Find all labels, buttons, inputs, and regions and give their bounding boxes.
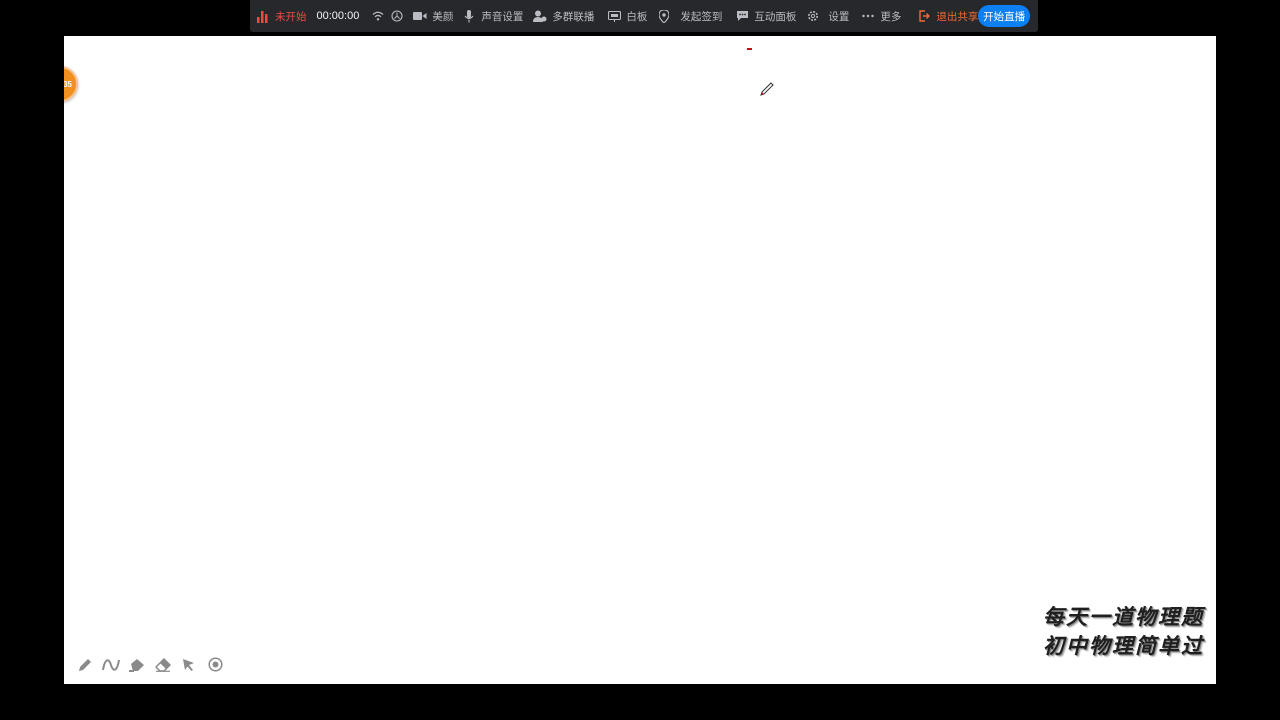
watermark-line-2: 初中物理简单过 [1043,633,1204,658]
status-label: 未开始 [275,10,307,23]
watermark-line-1: 每天一道物理题 [1043,604,1204,629]
settings-button[interactable]: 设置 [806,0,849,32]
audio-settings-label: 声音设置 [481,10,524,23]
whiteboard-button[interactable]: 白板 [607,0,647,32]
interaction-panel-label: 互动面板 [754,10,797,23]
network-indicator[interactable] [371,0,385,32]
live-timer: 00:00:00 [316,10,360,22]
more-button[interactable]: 更多 [861,0,901,32]
checkin-label: 发起签到 [680,10,723,23]
more-dots-icon [861,9,875,23]
settings-label: 设置 [828,10,850,23]
interaction-panel-button[interactable]: 互动面板 [735,0,796,32]
whiteboard-icon [607,9,621,23]
start-live-button[interactable]: 开始直播 [978,5,1030,27]
channel-watermark: 每天一道物理题 初中物理简单过 [1043,602,1204,660]
performance-indicator[interactable] [390,0,404,32]
location-pin-icon [657,9,671,23]
checkin-button[interactable]: 发起签到 [657,0,722,32]
curve-tool[interactable] [98,656,124,678]
beauty-label: 美颜 [432,10,454,23]
speedometer-icon [390,9,404,23]
whiteboard-canvas[interactable]: 35 每天一道物理题 初中物理简单过 [64,36,1216,684]
pointer-tool[interactable] [176,656,202,678]
beauty-button[interactable]: 美颜 [413,0,453,32]
pen-icon [78,658,92,677]
gear-icon [806,9,820,23]
signal-bars-icon [256,9,270,23]
ink-mark [747,48,752,50]
microphone-icon [462,9,476,23]
more-label: 更多 [880,10,902,23]
exit-share-button[interactable]: 退出共享 [917,0,978,32]
record-icon [207,657,223,677]
highlighter-tool[interactable] [124,656,150,678]
live-toolbar: 未开始 00:00:00 美颜 声音设置 多群联播 白板 发起签到 互动面板 设… [250,0,1038,32]
exit-icon [917,9,931,23]
multi-group-button[interactable]: 多群联播 [533,0,594,32]
multi-user-icon [533,9,547,23]
audio-settings-button[interactable]: 声音设置 [462,0,523,32]
pen-tool[interactable] [72,656,98,678]
eraser-icon [154,657,172,677]
drawing-toolbar [72,656,228,678]
wifi-icon [371,9,385,23]
pointer-icon [182,658,196,677]
badge-text: 35 [64,79,72,89]
pen-cursor-icon [758,81,774,97]
exit-share-label: 退出共享 [936,10,979,23]
eraser-tool[interactable] [150,656,176,678]
floating-assistant-badge[interactable]: 35 [64,66,78,102]
curve-icon [102,658,120,677]
highlighter-icon [129,658,145,677]
screen: 未开始 00:00:00 美颜 声音设置 多群联播 白板 发起签到 互动面板 设… [0,0,1280,720]
camera-icon [413,9,427,23]
live-status: 未开始 [256,0,307,32]
record-tool[interactable] [202,656,228,678]
chat-bubble-icon [735,9,749,23]
whiteboard-label: 白板 [626,10,648,23]
multi-group-label: 多群联播 [552,10,595,23]
